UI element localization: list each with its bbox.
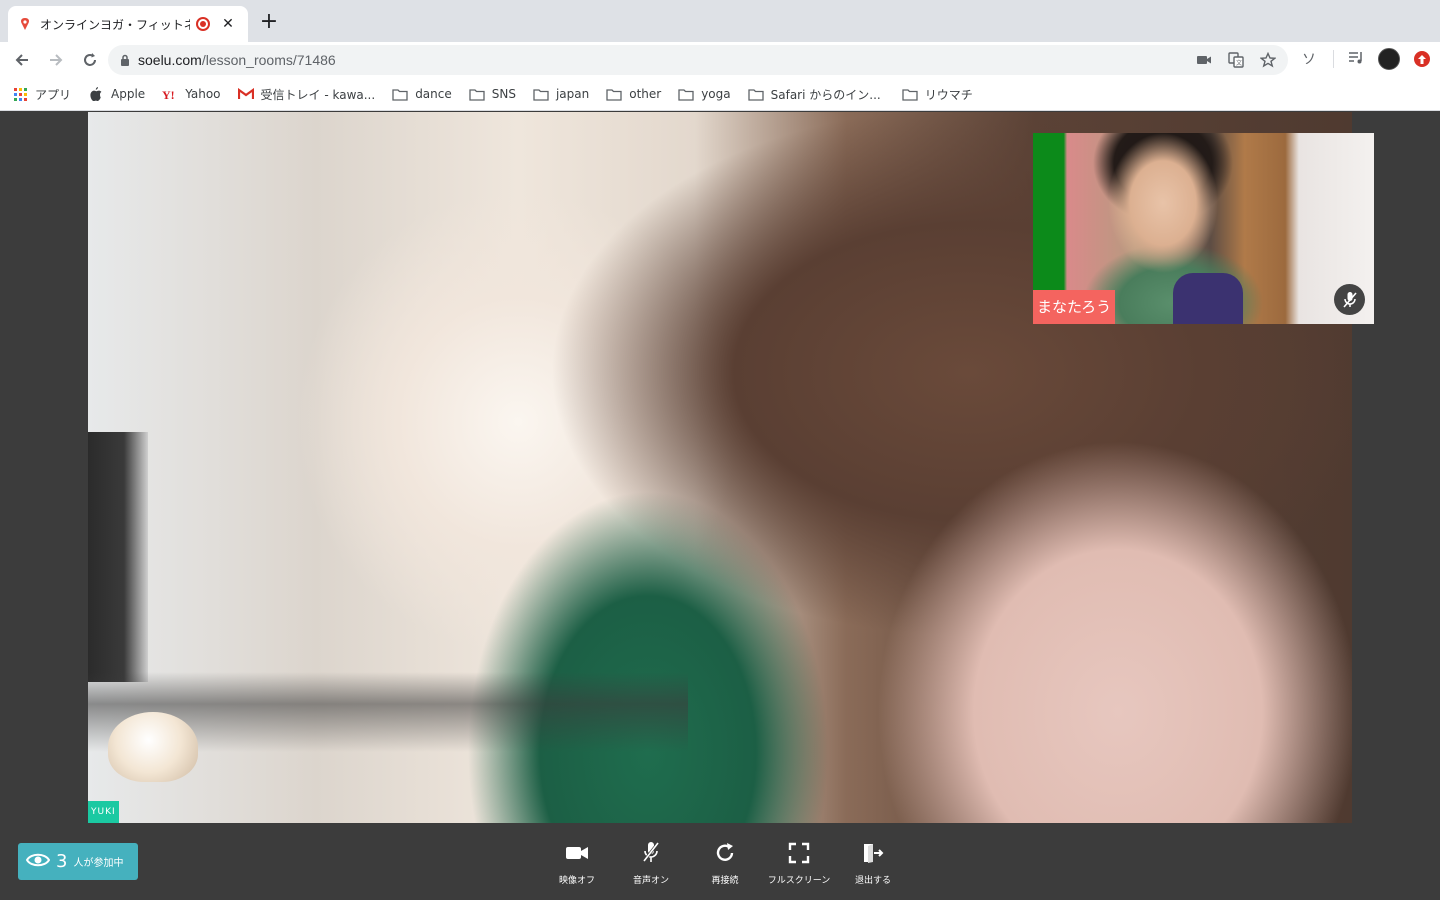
exit-door-icon [859, 839, 887, 867]
browser-tab[interactable]: オンラインヨガ・フィットネ ✕ [8, 6, 248, 42]
pip-video-figure [1173, 273, 1243, 324]
folder-icon [678, 86, 694, 102]
leave-label: 退出する [854, 876, 891, 886]
new-tab-button[interactable]: + [258, 11, 280, 34]
participant-count: 3 [56, 851, 68, 872]
pip-name-tag: まなたろう [1033, 290, 1116, 324]
tab-title: オンラインヨガ・フィットネ [40, 17, 190, 32]
mic-muted-icon [1334, 284, 1365, 315]
bookmark-folder-other[interactable]: other [606, 86, 661, 102]
soelu-favicon-icon [18, 17, 32, 31]
folder-icon [392, 86, 408, 102]
translate-icon[interactable]: 文 [1226, 50, 1246, 70]
tab-close-icon[interactable]: ✕ [220, 16, 236, 32]
url-text: soelu.com/lesson_rooms/71486 [138, 52, 336, 68]
participant-label: 人が参加中 [73, 858, 124, 869]
bookmark-gmail[interactable]: 受信トレイ - kawa... [237, 86, 375, 103]
svg-text:Y!: Y! [162, 88, 175, 100]
apple-icon [88, 86, 104, 102]
audio-on-button[interactable]: 音声オン [614, 837, 688, 897]
browser-toolbar: soelu.com/lesson_rooms/71486 文 ソ [0, 42, 1440, 78]
video-background-heater [88, 432, 148, 682]
yahoo-icon: Y! [162, 86, 178, 102]
bookmark-folder-dance[interactable]: dance [392, 86, 452, 102]
bookmarks-bar: アプリ Apple Y! Yahoo 受信トレイ - kawa... dance… [0, 78, 1440, 111]
fullscreen-button[interactable]: フルスクリーン [762, 837, 836, 897]
refresh-icon [711, 839, 739, 867]
video-background-lamp [108, 712, 198, 782]
folder-icon [902, 86, 918, 102]
participant-count-badge: 3 人が参加中 [18, 843, 138, 880]
address-bar[interactable]: soelu.com/lesson_rooms/71486 文 [108, 45, 1288, 75]
main-video-name-tag: YUKI [88, 801, 119, 823]
gmail-icon [237, 86, 254, 102]
video-off-label: 映像オフ [558, 876, 595, 886]
fullscreen-label: フルスクリーン [767, 876, 831, 886]
camera-permission-icon[interactable] [1194, 50, 1214, 70]
reload-button[interactable] [76, 46, 104, 74]
folder-icon [747, 86, 764, 102]
svg-text:文: 文 [1236, 59, 1242, 67]
lesson-room: YUKI まなたろう 3 人が参加中 映像オフ 音声オン 再接続 フルスクリーン… [0, 111, 1440, 900]
leave-button[interactable]: 退出する [836, 837, 910, 897]
extension-button[interactable]: ソ [1299, 49, 1319, 69]
bookmark-folder-japan[interactable]: japan [533, 86, 589, 102]
update-icon[interactable] [1414, 51, 1430, 67]
bookmark-folder-yoga[interactable]: yoga [678, 86, 731, 102]
folder-icon [533, 86, 549, 102]
folder-icon [469, 86, 485, 102]
bookmark-folder-sns[interactable]: SNS [469, 86, 516, 102]
bookmark-yahoo[interactable]: Y! Yahoo [162, 86, 220, 102]
bookmark-apps[interactable]: アプリ [12, 86, 71, 103]
audio-on-label: 音声オン [632, 876, 669, 886]
reconnect-button[interactable]: 再接続 [688, 837, 762, 897]
video-off-button[interactable]: 映像オフ [540, 837, 614, 897]
pip-video-feed[interactable]: まなたろう [1033, 133, 1374, 324]
video-camera-icon [563, 839, 591, 867]
lock-icon [120, 51, 130, 70]
bookmark-folder-safari[interactable]: Safari からのイン... [747, 86, 881, 103]
tab-strip: オンラインヨガ・フィットネ ✕ + [0, 0, 1440, 42]
toolbar-divider [1333, 50, 1334, 68]
bookmark-apple[interactable]: Apple [88, 86, 145, 102]
back-button[interactable] [8, 46, 36, 74]
fullscreen-icon [785, 839, 813, 867]
mic-off-icon [637, 839, 665, 867]
profile-avatar[interactable] [1378, 48, 1400, 70]
forward-button[interactable] [42, 46, 70, 74]
folder-icon [606, 86, 622, 102]
bookmark-star-icon[interactable] [1258, 50, 1278, 70]
apps-grid-icon [12, 86, 28, 102]
bookmark-folder-rheumatism[interactable]: リウマチ [902, 86, 973, 103]
recording-icon [196, 17, 210, 31]
eye-icon [25, 852, 51, 872]
reconnect-label: 再接続 [711, 876, 739, 886]
call-controls: 映像オフ 音声オン 再接続 フルスクリーン 退出する [540, 837, 910, 897]
media-controls-icon[interactable] [1348, 50, 1364, 69]
